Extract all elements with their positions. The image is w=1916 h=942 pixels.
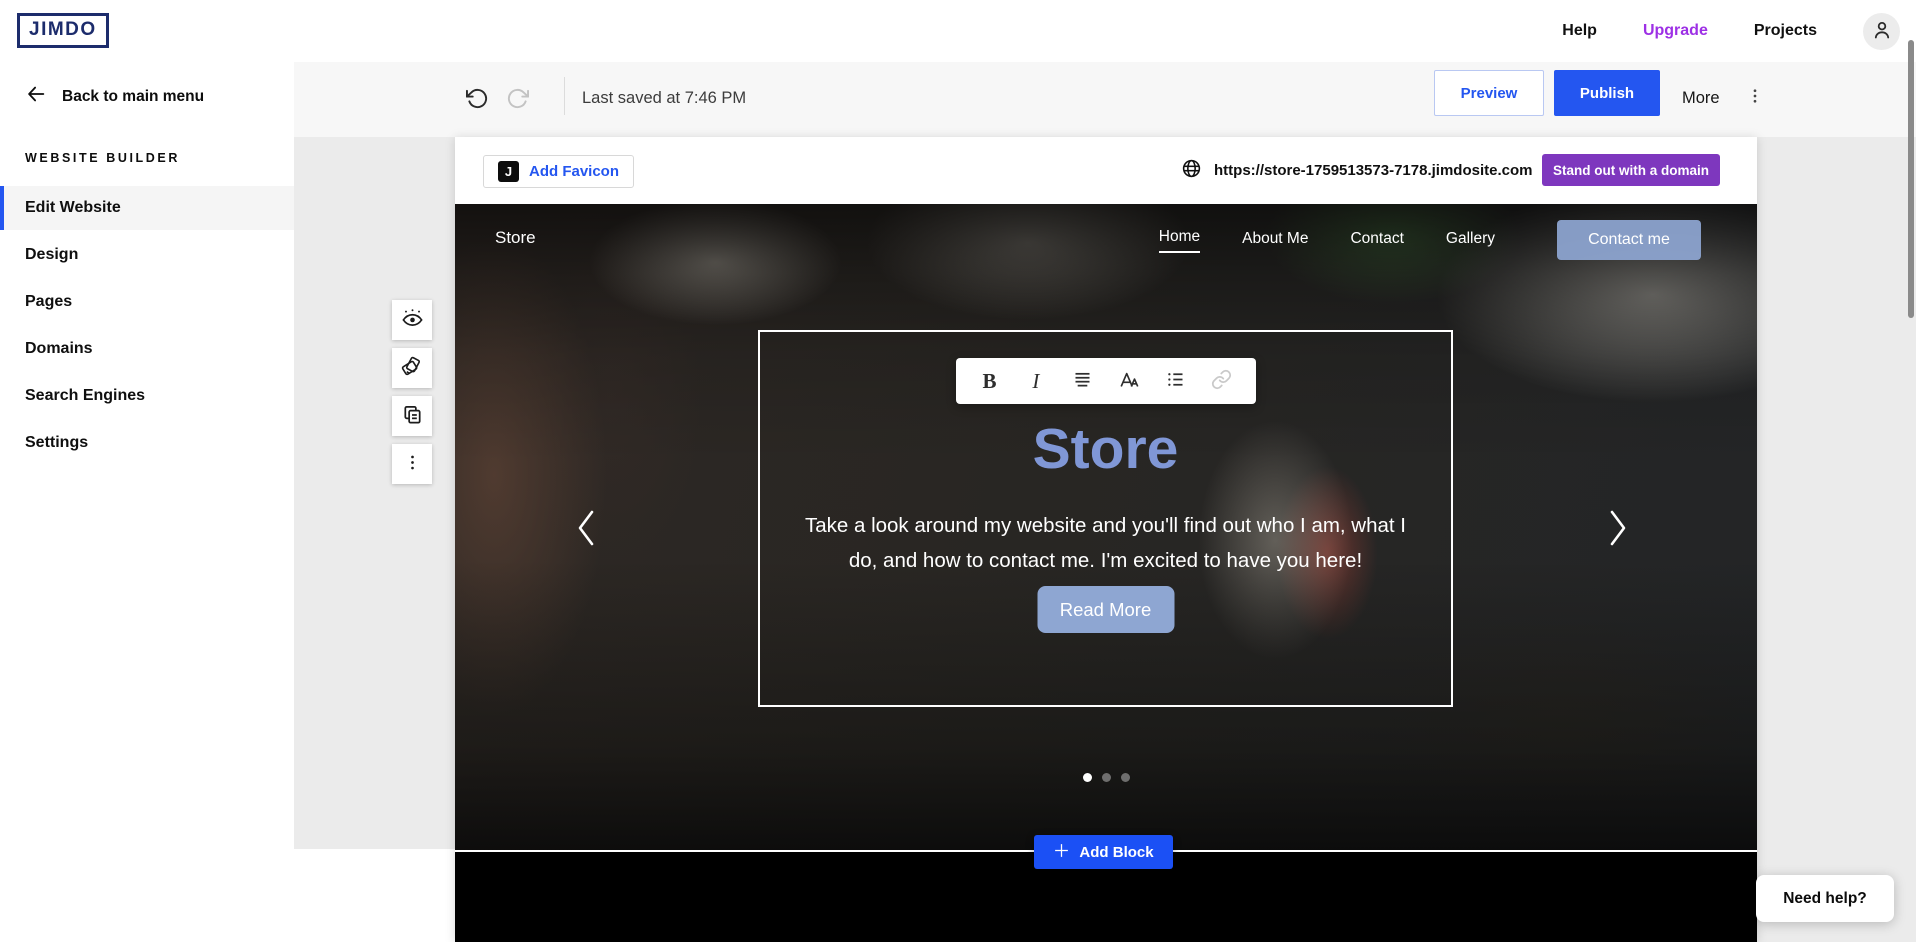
back-arrow-icon [25,83,47,110]
style-block-button[interactable] [392,348,432,388]
add-block-button[interactable]: Add Block [1034,835,1173,869]
hero-title[interactable]: Store [760,416,1451,482]
upgrade-link[interactable]: Upgrade [1643,22,1708,40]
carousel-dot-1[interactable] [1083,773,1092,782]
help-link[interactable]: Help [1562,22,1597,40]
swatches-icon [401,355,424,381]
site-nav-contact[interactable]: Contact [1350,230,1403,250]
link-button[interactable] [1210,369,1232,393]
read-more-button[interactable]: Read More [1037,586,1174,633]
more-label: More [1682,89,1720,108]
back-label: Back to main menu [62,88,204,106]
site-logo[interactable]: Store [495,228,536,248]
globe-icon [1181,158,1202,184]
sidebar-item-domains[interactable]: Domains [0,327,294,371]
chevron-left-icon [575,537,597,552]
carousel-dot-2[interactable] [1102,773,1111,782]
carousel-prev-button[interactable] [575,507,597,552]
carousel-dot-3[interactable] [1121,773,1130,782]
duplicate-block-button[interactable] [392,396,432,436]
canvas-gutter [294,849,455,942]
about-section-title[interactable]: About Me [455,936,1757,942]
font-icon [1118,369,1140,394]
text-toolbar: B I [956,358,1256,404]
app-header: JIMDO Help Upgrade Projects [0,0,1916,62]
need-help-button[interactable]: Need help? [1756,875,1894,922]
builder-sidebar: Back to main menu WEBSITE BUILDER Edit W… [0,62,294,942]
kebab-icon [1746,87,1764,110]
site-url-link[interactable]: https://store-1759513573-7178.jimdosite.… [1214,162,1532,179]
account-avatar[interactable] [1863,13,1900,50]
kebab-icon [403,453,422,475]
domain-cta-button[interactable]: Stand out with a domain [1542,154,1720,186]
add-favicon-button[interactable]: J Add Favicon [483,155,634,188]
carousel-dots [455,773,1757,782]
hero-content-block[interactable]: B I [758,330,1453,707]
preview-button[interactable]: Preview [1434,70,1544,116]
hide-block-button[interactable] [392,300,432,340]
hero-section: Store Home About Me Contact Gallery Cont… [455,204,1757,850]
publish-button[interactable]: Publish [1554,70,1660,116]
jimdo-website-builder: JIMDO Help Upgrade Projects Back to main… [0,0,1916,942]
sidebar-item-search-engines[interactable]: Search Engines [0,374,294,418]
hero-body-line1: Take a look around my website and you'll… [760,508,1451,543]
sidebar-item-edit-website[interactable]: Edit Website [0,186,294,230]
hero-body-line2: do, and how to contact me. I'm excited t… [760,543,1451,578]
top-nav: Help Upgrade Projects [1562,0,1900,62]
toolbar-divider [564,77,565,115]
sidebar-item-settings[interactable]: Settings [0,421,294,465]
undo-icon [466,98,489,113]
redo-icon [506,98,529,113]
undo-button[interactable] [466,87,489,113]
favicon-placeholder-icon: J [498,161,519,182]
list-button[interactable] [1164,369,1186,393]
site-nav-about-me[interactable]: About Me [1242,230,1308,250]
sidebar-item-pages[interactable]: Pages [0,280,294,324]
site-nav-home[interactable]: Home [1159,228,1200,253]
add-block-label: Add Block [1079,844,1153,861]
contact-me-button[interactable]: Contact me [1557,220,1701,260]
last-saved-text: Last saved at 7:46 PM [582,62,746,134]
sidebar-item-design[interactable]: Design [0,233,294,277]
eye-icon [401,307,424,333]
sidebar-menu: Edit Website Design Pages Domains Search… [0,186,294,468]
plus-icon [1053,842,1070,863]
hero-body-text[interactable]: Take a look around my website and you'll… [760,508,1451,578]
jimdo-logo[interactable]: JIMDO [17,13,109,48]
page-scrollbar-thumb[interactable] [1908,40,1914,318]
back-to-main-menu[interactable]: Back to main menu [25,83,204,110]
carousel-next-button[interactable] [1607,507,1629,552]
site-nav-gallery[interactable]: Gallery [1446,230,1495,250]
block-menu-button[interactable] [392,444,432,484]
bold-button[interactable]: B [979,369,1001,393]
user-icon [1870,18,1894,45]
align-button[interactable] [1071,369,1093,393]
favicon-bar: J Add Favicon https://store-1759513573-7… [455,137,1757,204]
sidebar-section-title: WEBSITE BUILDER [25,151,180,165]
font-button[interactable] [1118,369,1140,393]
site-url-group: https://store-1759513573-7178.jimdosite.… [1181,137,1532,204]
projects-link[interactable]: Projects [1754,22,1817,40]
align-center-icon [1072,369,1093,393]
more-button[interactable]: More [1676,75,1770,121]
site-preview: J Add Favicon https://store-1759513573-7… [455,137,1757,942]
chevron-right-icon [1607,537,1629,552]
list-icon [1165,369,1186,393]
redo-button[interactable] [506,87,529,113]
link-icon [1211,369,1232,393]
site-nav: Home About Me Contact Gallery Contact me [1159,204,1701,276]
editor-toolbar: Last saved at 7:46 PM Preview Publish Mo… [294,62,1916,137]
add-favicon-label: Add Favicon [529,163,619,180]
block-tools [392,300,432,484]
copy-icon [401,403,424,429]
italic-button[interactable]: I [1025,369,1047,393]
